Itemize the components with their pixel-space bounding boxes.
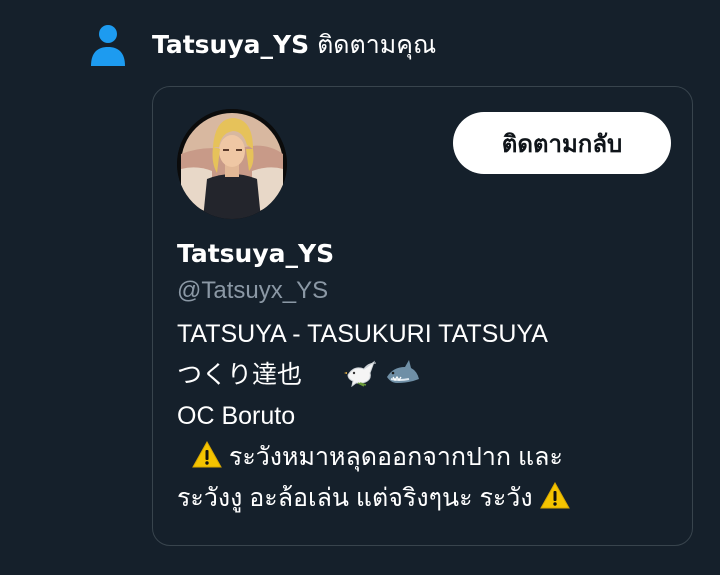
dove-icon bbox=[343, 359, 378, 400]
profile-bio: TATSUYA - TASUKURI TATSUYA つくり達也 OC Boru… bbox=[177, 314, 687, 519]
notification-text: Tatsuya_YS ติดตามคุณ bbox=[152, 29, 436, 61]
profile-display-name[interactable]: Tatsuya_YS bbox=[177, 237, 334, 271]
notification-action: ติดตามคุณ bbox=[317, 30, 437, 59]
warning-icon bbox=[192, 440, 222, 482]
bio-japanese-name: つくり達也 bbox=[177, 361, 303, 389]
follow-back-button[interactable]: ติดตามกลับ bbox=[453, 112, 671, 174]
bio-line-2: つくり達也 bbox=[177, 355, 687, 396]
shark-icon bbox=[385, 359, 421, 400]
bio-warning-text-2: ระวังงู อะล้อเล่น แต่จริงๆนะ ระวัง bbox=[177, 484, 533, 512]
person-icon bbox=[88, 22, 128, 68]
bio-line-3: OC Boruto bbox=[177, 402, 296, 430]
notification-header: Tatsuya_YS ติดตามคุณ bbox=[88, 22, 436, 68]
notification-user-name[interactable]: Tatsuya_YS bbox=[152, 30, 309, 59]
profile-handle[interactable]: @Tatsuyx_YS bbox=[177, 275, 328, 307]
warning-icon bbox=[539, 481, 570, 523]
bio-warning-text-1: ระวังหมาหลุดออกจากปาก และ bbox=[228, 443, 563, 471]
profile-avatar[interactable] bbox=[177, 109, 287, 219]
profile-card[interactable]: ติดตามกลับ Tatsuya_YS @Tatsuyx_YS TATSUY… bbox=[152, 86, 693, 546]
bio-line-5: ระวังงู อะล้อเล่น แต่จริงๆนะ ระวัง bbox=[177, 478, 687, 519]
bio-line-4: ระวังหมาหลุดออกจากปาก และ bbox=[177, 437, 687, 478]
bio-line-1: TATSUYA - TASUKURI TATSUYA bbox=[177, 320, 548, 348]
